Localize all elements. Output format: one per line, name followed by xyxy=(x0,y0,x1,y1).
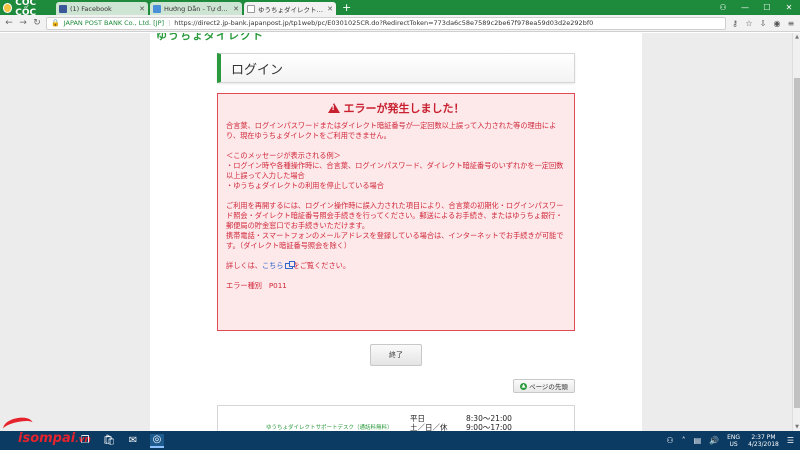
external-window-icon[interactable] xyxy=(284,261,295,269)
browser-toolbar: ← → ↻ 🔒 JAPAN POST BANK Co., Ltd. [JP] |… xyxy=(0,15,800,32)
details-prefix: 詳しくは、 xyxy=(226,261,262,270)
resume-text: ご利用を再開するには、ログイン操作時に誤入力された項目により、合言葉の初期化・ロ… xyxy=(226,201,564,230)
header-logo-strip: ゆうちょダイレクト xyxy=(156,33,264,42)
tab-title: Hướng Dẫn - Tự đăng ký xyxy=(164,4,230,13)
notification-icon[interactable]: ☰ xyxy=(787,436,794,445)
close-window-icon[interactable]: ✕ xyxy=(778,0,800,15)
volume-icon[interactable]: 🔊 xyxy=(709,436,719,445)
resume-text-mobile: 携帯電話・スマートフォンのメールアドレスを登録している場合は、インターネットでお… xyxy=(226,231,564,250)
error-message: 合言葉、ログインパスワードまたはダイレクト暗証番号が一定回数以上誤って入力された… xyxy=(226,121,557,140)
error-heading-text: エラーが発生しました！ xyxy=(343,102,465,115)
support-box: ゆうちょダイレクトサポートデスク（通話料無料） 平日 8:30～21:00 土／… xyxy=(217,405,575,431)
error-type-label: エラー種別 xyxy=(226,281,262,290)
tab-facebook[interactable]: (1) Facebook ✕ xyxy=(56,2,148,15)
user-icon[interactable]: ⚇ xyxy=(712,0,734,15)
tab-title: ゆうちょダイレクト | エラー画面 xyxy=(258,5,324,14)
hours-day: 土／日／休日 xyxy=(410,423,448,431)
example-item: ・ゆうちょダイレクトの利用を停止している場合 xyxy=(226,181,384,190)
details-suffix: をご覧ください。 xyxy=(292,261,351,270)
chevron-up-icon[interactable]: ˄ xyxy=(682,436,686,445)
download-icon[interactable]: ⇩ xyxy=(758,19,768,28)
tab-yucho-error[interactable]: ゆうちょダイレクト | エラー画面 ✕ xyxy=(244,2,336,15)
coccoc-taskbar-icon[interactable]: ◎ xyxy=(150,433,164,448)
task-view-icon[interactable]: ❐ xyxy=(78,434,92,448)
error-heading: エラーが発生しました！ xyxy=(226,100,566,116)
warning-icon xyxy=(327,103,340,113)
minimize-icon[interactable]: — xyxy=(734,0,756,15)
hours-row: 土／日／休日 9:00～17:00 xyxy=(410,423,512,431)
close-icon[interactable]: ✕ xyxy=(327,5,333,13)
error-box: エラーが発生しました！ 合言葉、ログインパスワードまたはダイレクト暗証番号が一定… xyxy=(217,93,575,331)
close-icon[interactable]: ✕ xyxy=(233,5,239,13)
support-name: ゆうちょダイレクトサポートデスク（通話料無料） xyxy=(266,425,393,431)
reload-icon[interactable]: ↻ xyxy=(32,18,42,28)
network-icon[interactable]: ▤ xyxy=(694,436,702,445)
error-examples: ＜このメッセージが表示される例＞ ・ログイン時や各種操作時に、合言葉、ログインパ… xyxy=(226,151,566,191)
scroll-thumb[interactable] xyxy=(794,78,800,408)
hours-day: 平日 xyxy=(410,414,425,423)
people-icon[interactable]: ⚇ xyxy=(666,436,673,445)
mail-icon[interactable]: ✉ xyxy=(126,434,140,448)
vertical-scrollbar[interactable]: ▲ ▼ xyxy=(792,33,800,431)
page-top-label: ページの先頭 xyxy=(529,383,568,391)
tab-title: (1) Facebook xyxy=(70,4,112,13)
coccoc-logo-icon xyxy=(3,2,13,13)
page-content: ゆうちょダイレクト ログイン エラーが発生しました！ 合言葉、ログインパスワード… xyxy=(150,33,642,431)
browser-titlebar: CỐC CỐC (1) Facebook ✕ Hướng Dẫn - Tự đă… xyxy=(0,0,800,18)
taskbar-apps: ❐ 🛍 ✉ ◎ xyxy=(78,431,164,450)
examples-header: ＜このメッセージが表示される例＞ xyxy=(226,151,341,160)
support-hours: 平日 8:30～21:00 土／日／休日 9:00～17:00 xyxy=(410,414,512,431)
page-top-button[interactable]: ▲ ページの先頭 xyxy=(513,379,575,393)
hours-row: 平日 8:30～21:00 xyxy=(410,414,512,423)
lock-icon: 🔒 xyxy=(51,19,60,27)
maximize-icon[interactable]: ☐ xyxy=(756,0,778,15)
url-text: https://direct2.jp-bank.japanpost.jp/tp1… xyxy=(174,19,594,27)
separator: | xyxy=(168,19,171,27)
resume-instructions: ご利用を再開するには、ログイン操作時に誤入力された項目により、合言葉の初期化・ロ… xyxy=(226,201,566,251)
details-line: 詳しくは、こちら をご覧ください。 xyxy=(226,261,566,271)
menu-icon[interactable]: ≡ xyxy=(786,19,796,28)
forward-icon[interactable]: → xyxy=(18,18,28,28)
hours-time: 9:00～17:00 xyxy=(466,423,512,431)
key-icon[interactable]: ⚷ xyxy=(730,19,740,28)
scroll-up-icon[interactable]: ▲ xyxy=(793,33,800,41)
scroll-down-icon[interactable]: ▼ xyxy=(793,423,800,431)
error-type: エラー種別 P011 xyxy=(226,281,566,291)
system-tray: ⚇ ˄ ▤ 🔊 ENG US 2:37 PM 4/23/2018 ☰ xyxy=(666,431,794,450)
document-icon xyxy=(247,4,255,13)
extension-icon[interactable]: ◉ xyxy=(772,19,782,28)
example-item: ・ログイン時や各種操作時に、合言葉、ログインパスワード、ダイレクト暗証番号のいず… xyxy=(226,161,564,180)
details-link[interactable]: こちら xyxy=(262,261,284,270)
facebook-icon xyxy=(59,4,67,13)
store-icon[interactable]: 🛍 xyxy=(102,434,116,448)
clock[interactable]: 2:37 PM 4/23/2018 xyxy=(748,434,779,448)
page-viewport: ゆうちょダイレクト ログイン エラーが発生しました！ 合言葉、ログインパスワード… xyxy=(0,33,792,431)
window-controls: ⚇ — ☐ ✕ xyxy=(712,0,800,15)
new-tab-button[interactable]: + xyxy=(338,2,355,15)
hours-time: 8:30～21:00 xyxy=(466,414,512,423)
secure-label: JAPAN POST BANK Co., Ltd. [JP] xyxy=(63,19,165,27)
language-indicator[interactable]: ENG US xyxy=(727,434,740,448)
error-code: P011 xyxy=(268,281,287,290)
end-button[interactable]: 終了 xyxy=(370,344,422,366)
arrow-up-icon: ▲ xyxy=(520,382,528,390)
browser-brand[interactable]: CỐC CỐC xyxy=(0,0,56,18)
page-title: ログイン xyxy=(217,53,575,83)
close-icon[interactable]: ✕ xyxy=(139,5,145,13)
page-icon xyxy=(153,4,161,13)
star-icon[interactable]: ☆ xyxy=(744,19,754,28)
tab-huong-dan[interactable]: Hướng Dẫn - Tự đăng ký ✕ xyxy=(150,2,242,15)
back-icon[interactable]: ← xyxy=(4,18,14,28)
address-bar[interactable]: 🔒 JAPAN POST BANK Co., Ltd. [JP] | https… xyxy=(46,16,726,30)
